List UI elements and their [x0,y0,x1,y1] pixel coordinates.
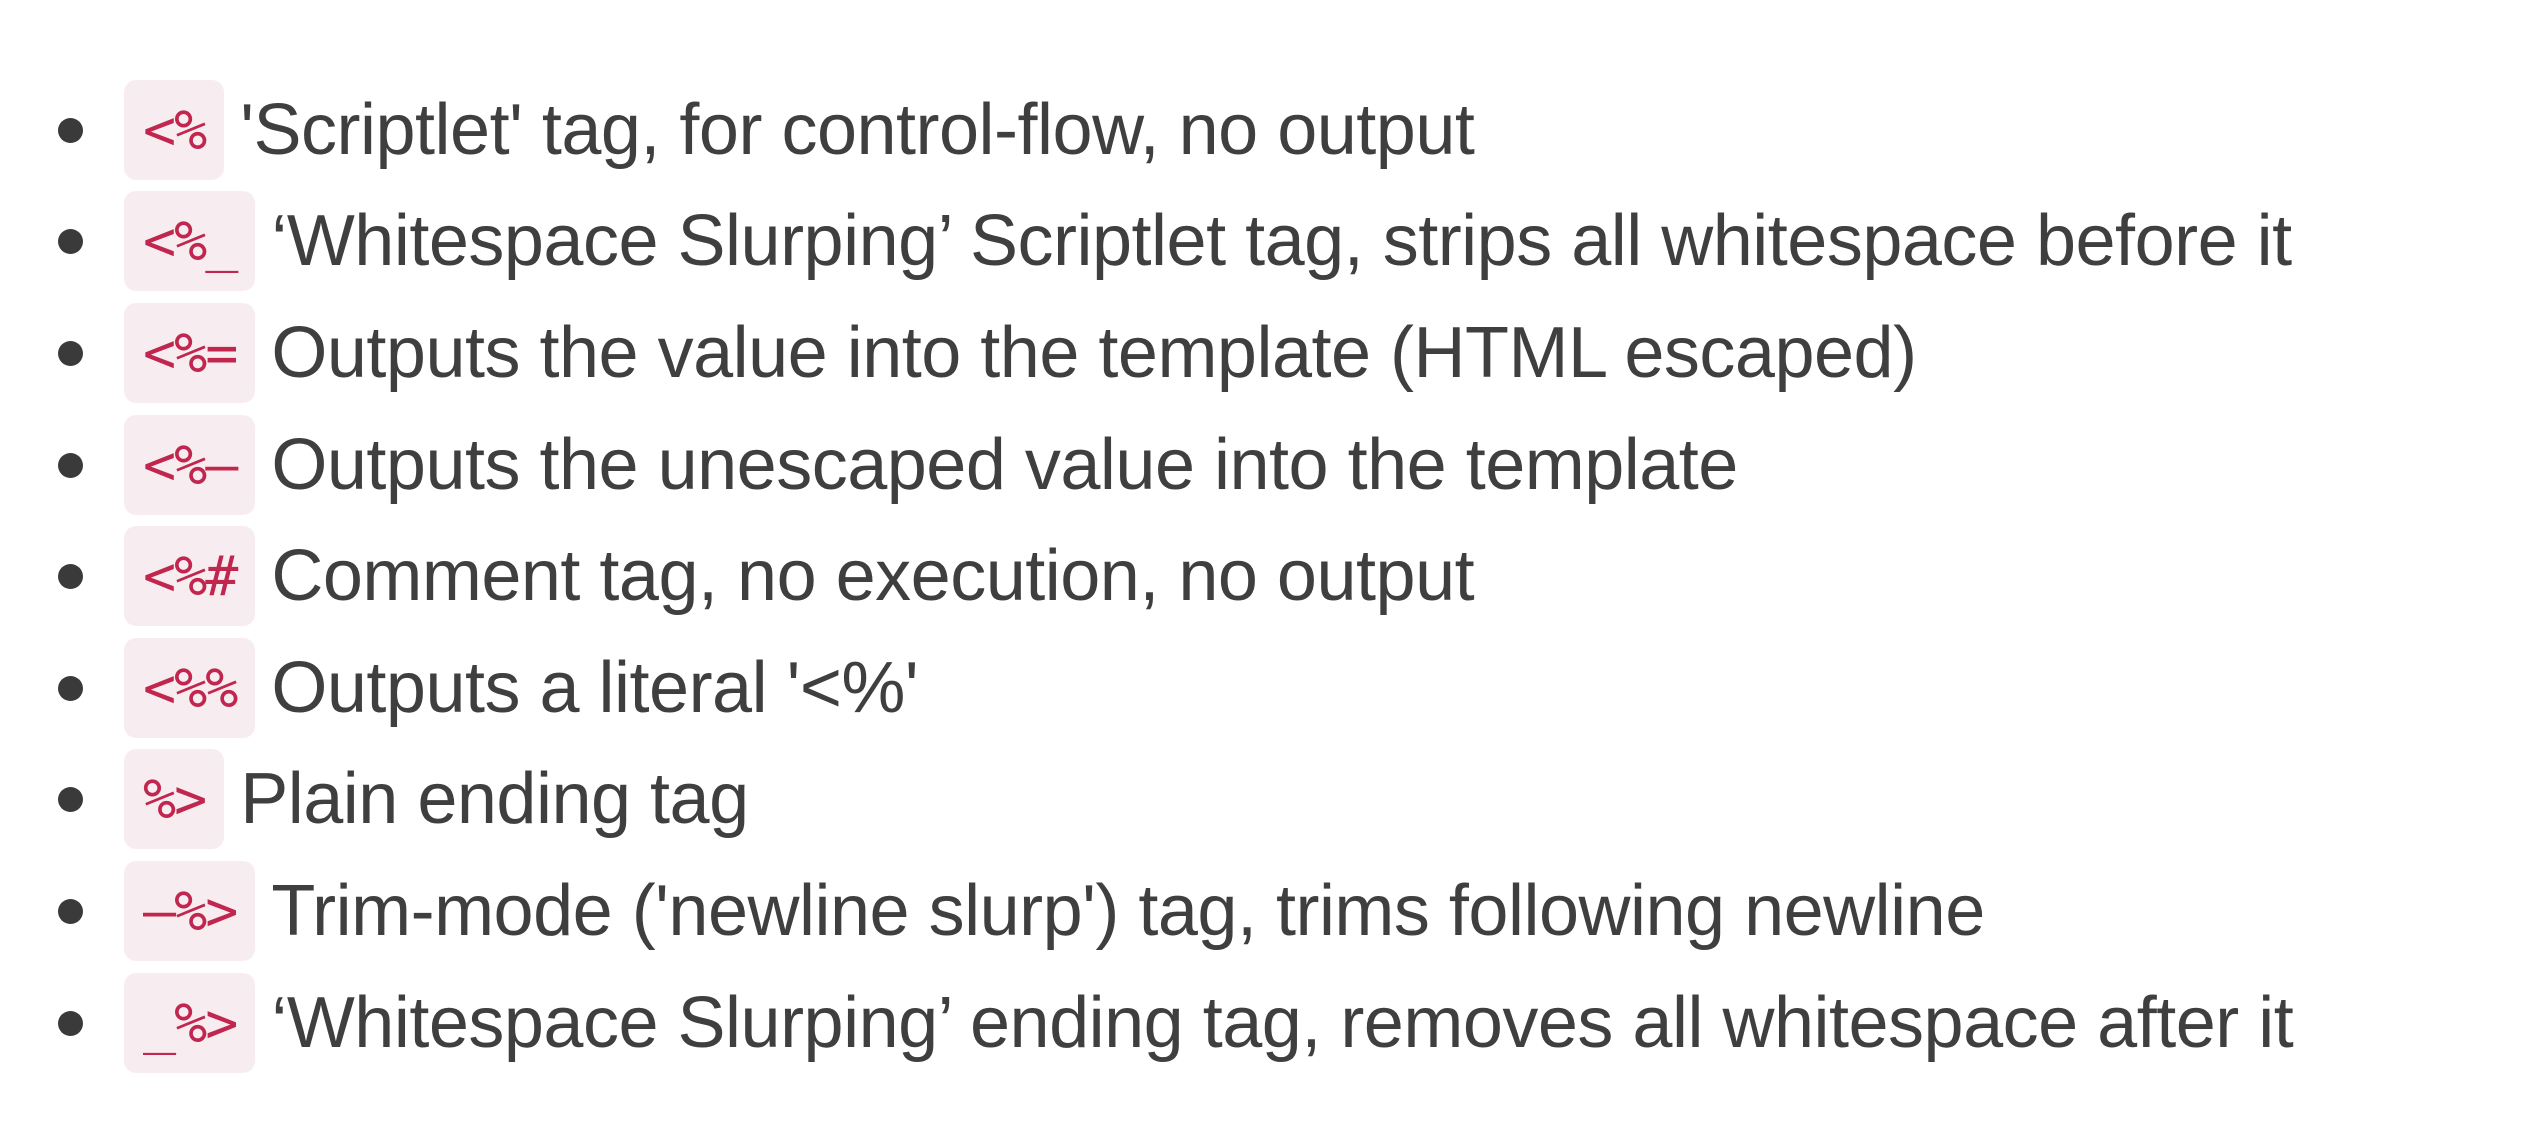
list-item: %> Plain ending tag [0,744,2293,856]
tag-description: Outputs the unescaped value into the tem… [271,424,1738,505]
bullet-icon [58,117,83,143]
code-tag: <%# [124,526,256,627]
bullet-icon [58,675,83,701]
bullet-icon [58,452,83,478]
tag-description: Outputs the value into the template (HTM… [271,312,1917,393]
code-tag: <%_ [124,191,256,292]
ejs-tag-list: <% 'Scriptlet' tag, for control-flow, no… [0,74,2294,1079]
list-item: _%> ‘Whitespace Slurping’ ending tag, re… [0,967,2294,1079]
list-item: <%– Outputs the unescaped value into the… [0,409,2293,521]
tag-description: Comment tag, no execution, no output [271,536,1475,617]
code-tag: <% [124,79,225,180]
bullet-icon [58,564,83,590]
code-tag: <%– [124,414,256,515]
list-item: <% 'Scriptlet' tag, for control-flow, no… [0,74,2293,186]
tag-description: Plain ending tag [240,759,749,840]
tag-description: Outputs a literal '<%' [271,647,919,728]
code-tag: –%> [124,860,256,961]
list-item: –%> Trim-mode ('newline slurp') tag, tri… [0,855,2293,967]
code-tag: %> [124,749,225,850]
bullet-icon [58,340,83,366]
list-item: <%= Outputs the value into the template … [0,297,2293,409]
list-item: <%% Outputs a literal '<%' [0,632,2293,744]
tag-description: ‘Whitespace Slurping’ ending tag, remove… [271,982,2294,1063]
code-tag: _%> [124,972,256,1073]
tag-description: Trim-mode ('newline slurp') tag, trims f… [271,870,1985,951]
list-item: <%_ ‘Whitespace Slurping’ Scriptlet tag,… [0,186,2293,298]
bullet-icon [58,787,83,813]
code-tag: <%= [124,302,256,403]
bullet-icon [58,1010,83,1036]
bullet-icon [58,229,83,255]
bullet-icon [58,898,83,924]
tag-description: ‘Whitespace Slurping’ Scriptlet tag, str… [271,201,2292,282]
code-tag: <%% [124,637,256,738]
tag-description: 'Scriptlet' tag, for control-flow, no ou… [240,89,1475,170]
list-item: <%# Comment tag, no execution, no output [0,520,2293,632]
